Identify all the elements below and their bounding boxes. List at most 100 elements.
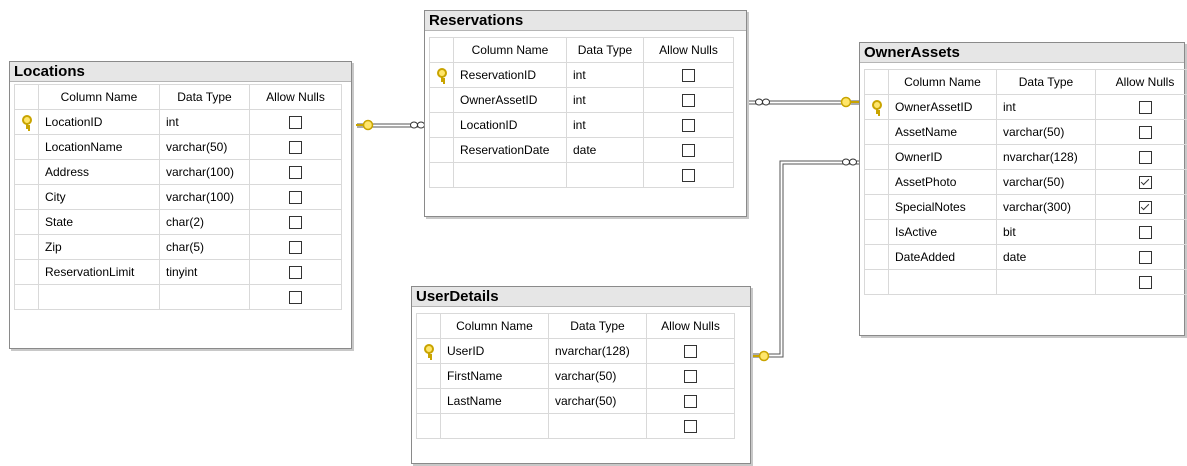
checkbox-checked[interactable] [1138, 201, 1152, 215]
row-selector[interactable] [14, 159, 39, 185]
table-row[interactable]: DateAdded date [864, 244, 1187, 270]
empty-row[interactable] [416, 413, 735, 439]
column-name-cell[interactable] [38, 284, 160, 310]
column-name-cell[interactable]: LocationName [38, 134, 160, 160]
checkbox[interactable] [682, 169, 695, 183]
data-type-cell[interactable]: varchar(50) [159, 134, 250, 160]
table-row[interactable]: ReservationDate date [429, 137, 734, 163]
data-type-cell[interactable]: varchar(50) [548, 388, 647, 414]
table-row[interactable]: City varchar(100) [14, 184, 342, 210]
row-selector[interactable] [14, 109, 39, 135]
checkbox[interactable] [684, 395, 697, 409]
data-type-cell[interactable]: varchar(50) [996, 119, 1096, 145]
checkbox[interactable] [682, 119, 695, 133]
column-name-cell[interactable]: SpecialNotes [888, 194, 997, 220]
row-selector[interactable] [864, 219, 889, 245]
data-type-cell[interactable]: varchar(100) [159, 184, 250, 210]
relationship-locations-reservations[interactable] [356, 119, 427, 131]
table-row[interactable]: OwnerAssetID int [429, 87, 734, 113]
checkbox[interactable] [684, 345, 697, 359]
column-name-cell[interactable] [888, 269, 997, 295]
checkbox[interactable] [289, 116, 302, 130]
checkbox[interactable] [1138, 151, 1152, 165]
checkbox[interactable] [1138, 251, 1152, 265]
column-name-cell[interactable]: City [38, 184, 160, 210]
data-type-cell[interactable]: tinyint [159, 259, 250, 285]
data-type-cell[interactable]: int [159, 109, 250, 135]
data-type-cell[interactable]: nvarchar(128) [548, 338, 647, 364]
checkbox[interactable] [684, 420, 697, 434]
data-type-cell[interactable] [548, 413, 647, 439]
data-type-cell[interactable] [159, 284, 250, 310]
relationship-reservations-ownerassets[interactable] [746, 96, 860, 108]
data-type-cell[interactable]: varchar(300) [996, 194, 1096, 220]
data-type-cell[interactable]: date [996, 244, 1096, 270]
row-selector[interactable] [14, 184, 39, 210]
data-type-cell[interactable]: int [566, 62, 644, 88]
row-selector[interactable] [429, 112, 454, 138]
row-selector[interactable] [864, 119, 889, 145]
table-row[interactable]: AssetPhoto varchar(50) [864, 169, 1187, 195]
table-title[interactable]: UserDetails [412, 287, 750, 307]
row-selector[interactable] [14, 284, 39, 310]
column-name-cell[interactable]: IsActive [888, 219, 997, 245]
data-type-cell[interactable]: date [566, 137, 644, 163]
ownerassets-table[interactable]: OwnerAssets Column Name Data Type Allow Nu… [859, 42, 1187, 336]
row-selector[interactable] [429, 137, 454, 163]
table-row[interactable]: UserID nvarchar(128) [416, 338, 735, 364]
column-name-cell[interactable]: OwnerAssetID [453, 87, 567, 113]
data-type-cell[interactable]: int [566, 112, 644, 138]
table-row[interactable]: LocationID int [14, 109, 342, 135]
table-row[interactable]: Zip char(5) [14, 234, 342, 260]
column-name-cell[interactable]: UserID [440, 338, 549, 364]
table-title[interactable]: Reservations [425, 11, 746, 31]
empty-row[interactable] [14, 284, 342, 310]
column-name-cell[interactable]: FirstName [440, 363, 549, 389]
column-name-cell[interactable]: State [38, 209, 160, 235]
table-row[interactable]: Address varchar(100) [14, 159, 342, 185]
data-type-cell[interactable]: nvarchar(128) [996, 144, 1096, 170]
data-type-cell[interactable]: bit [996, 219, 1096, 245]
checkbox[interactable] [682, 94, 695, 108]
row-selector[interactable] [416, 338, 441, 364]
userdetails-table[interactable]: UserDetails Column Name Data Type Allow Nu… [411, 286, 751, 464]
data-type-cell[interactable]: varchar(100) [159, 159, 250, 185]
column-name-cell[interactable]: AssetPhoto [888, 169, 997, 195]
checkbox[interactable] [1138, 101, 1152, 115]
data-type-cell[interactable]: int [566, 87, 644, 113]
table-row[interactable]: LocationID int [429, 112, 734, 138]
column-name-cell[interactable]: AssetName [888, 119, 997, 145]
row-selector[interactable] [14, 209, 39, 235]
locations-table[interactable]: Locations Column Name Data Type Allow Null… [9, 61, 352, 349]
row-selector[interactable] [864, 244, 889, 270]
table-row[interactable]: FirstName varchar(50) [416, 363, 735, 389]
column-name-cell[interactable]: ReservationID [453, 62, 567, 88]
reservations-table[interactable]: Reservations Column Name Data Type Allow N… [424, 10, 747, 217]
column-name-cell[interactable]: DateAdded [888, 244, 997, 270]
column-name-cell[interactable]: OwnerAssetID [888, 94, 997, 120]
data-type-cell[interactable]: varchar(50) [996, 169, 1096, 195]
column-name-cell[interactable]: Zip [38, 234, 160, 260]
table-row[interactable]: OwnerID nvarchar(128) [864, 144, 1187, 170]
column-name-cell[interactable] [440, 413, 549, 439]
checkbox[interactable] [682, 144, 695, 158]
column-name-cell[interactable]: ReservationDate [453, 137, 567, 163]
column-name-cell[interactable]: OwnerID [888, 144, 997, 170]
column-name-cell[interactable]: LocationID [453, 112, 567, 138]
column-name-cell[interactable]: LastName [440, 388, 549, 414]
row-selector[interactable] [429, 162, 454, 188]
relationship-userdetails-ownerassets[interactable] [748, 158, 860, 362]
table-title[interactable]: OwnerAssets [860, 43, 1184, 63]
checkbox[interactable] [289, 166, 302, 180]
table-row[interactable]: State char(2) [14, 209, 342, 235]
checkbox[interactable] [289, 241, 302, 255]
column-name-cell[interactable] [453, 162, 567, 188]
checkbox[interactable] [682, 69, 695, 83]
table-row[interactable]: OwnerAssetID int [864, 94, 1187, 120]
checkbox[interactable] [684, 370, 697, 384]
table-row[interactable]: IsActive bit [864, 219, 1187, 245]
row-selector[interactable] [429, 62, 454, 88]
row-selector[interactable] [864, 144, 889, 170]
row-selector[interactable] [416, 363, 441, 389]
data-type-cell[interactable] [996, 269, 1096, 295]
